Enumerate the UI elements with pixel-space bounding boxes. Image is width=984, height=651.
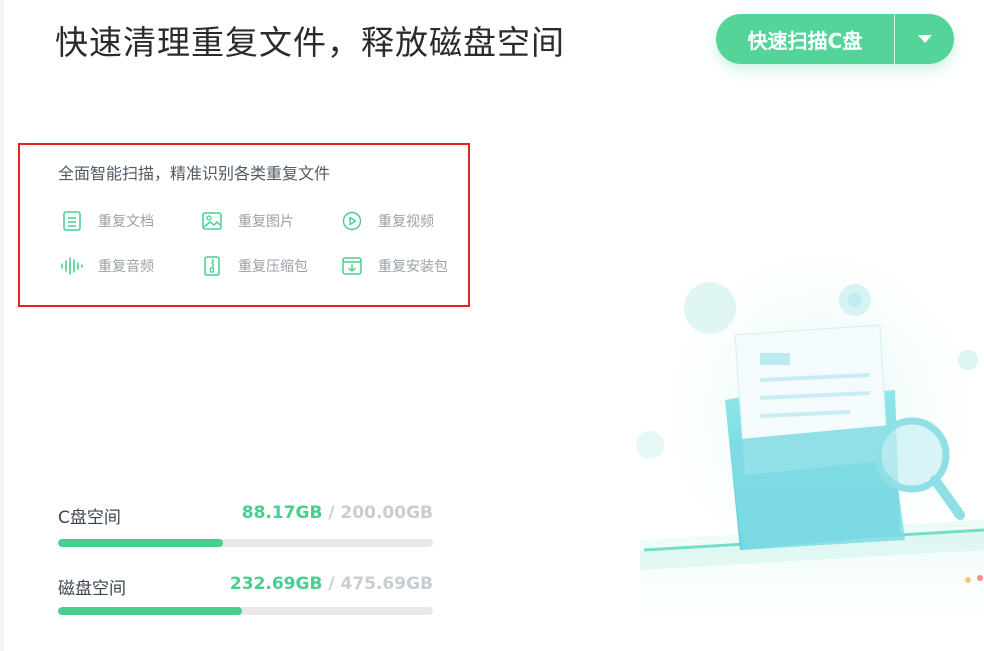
feature-item-duplicate-archives: 重复压缩包: [200, 254, 308, 278]
c-drive-usage: 88.17GB / 200.00GB: [242, 503, 433, 523]
feature-item-duplicate-videos: 重复视频: [340, 209, 434, 233]
feature-label: 重复压缩包: [238, 259, 308, 275]
usage-separator: /: [328, 503, 335, 523]
c-drive-total: 200.00GB: [340, 503, 433, 523]
feature-item-duplicate-audio: 重复音频: [60, 254, 154, 278]
disk-space-usage: 232.69GB / 475.69GB: [230, 574, 433, 594]
c-drive-progress-bar: [58, 539, 433, 547]
image-icon: [200, 209, 224, 233]
c-drive-used: 88.17GB: [241, 503, 323, 523]
disk-space-progress-bar: [58, 607, 433, 615]
feature-label: 重复文档: [98, 214, 154, 230]
audio-wave-icon: [60, 254, 84, 278]
feature-highlight-box: 全面智能扫描，精准识别各类重复文件 重复文档 重复图片 重复视频 重复音频 重复…: [18, 143, 470, 307]
c-drive-label: C盘空间: [58, 508, 121, 528]
feature-label: 重复视频: [378, 214, 434, 230]
c-drive-progress-fill: [58, 539, 223, 547]
feature-item-duplicate-installers: 重复安装包: [340, 254, 448, 278]
feature-label: 重复安装包: [378, 259, 448, 275]
feature-item-duplicate-documents: 重复文档: [60, 209, 154, 233]
disk-space-progress-fill: [58, 607, 242, 615]
quick-scan-c-button[interactable]: 快速扫描C盘: [716, 14, 894, 64]
disk-space-label: 磁盘空间: [58, 579, 126, 599]
page-title: 快速清理重复文件，释放磁盘空间: [55, 23, 565, 62]
feature-label: 重复音频: [98, 259, 154, 275]
zip-archive-icon: [200, 254, 224, 278]
feature-label: 重复图片: [238, 214, 294, 230]
disk-space-used: 232.69GB: [229, 574, 323, 594]
video-play-icon: [340, 209, 364, 233]
caret-down-icon: [917, 35, 932, 43]
usage-separator: /: [328, 574, 335, 594]
quick-scan-split-button[interactable]: 快速扫描C盘: [716, 14, 954, 64]
disk-space-total: 475.69GB: [340, 574, 433, 594]
feature-item-duplicate-images: 重复图片: [200, 209, 294, 233]
installer-package-icon: [340, 254, 364, 278]
left-edge-strip: [0, 0, 4, 651]
document-icon: [60, 209, 84, 233]
scan-dropdown-button[interactable]: [895, 14, 954, 64]
feature-description: 全面智能扫描，精准识别各类重复文件: [58, 164, 331, 183]
folder-magnifier-illustration: [636, 250, 984, 651]
